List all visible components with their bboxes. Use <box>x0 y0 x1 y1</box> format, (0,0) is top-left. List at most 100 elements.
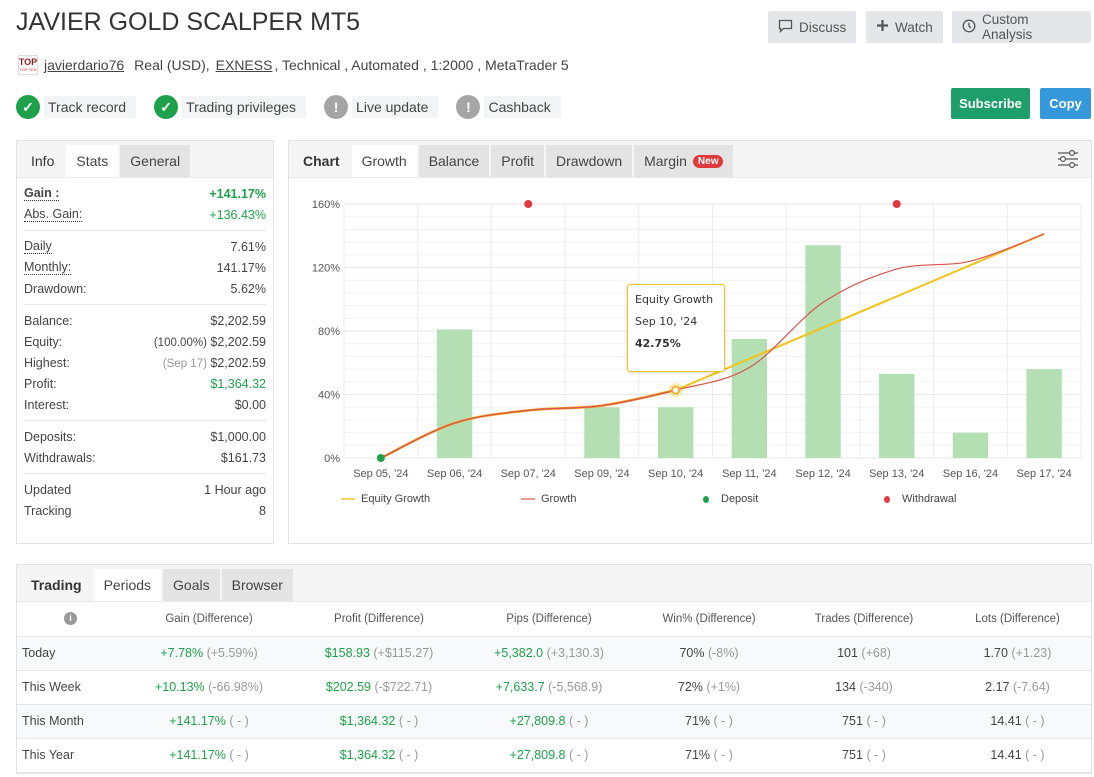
subscribe-button[interactable]: Subscribe <box>951 88 1030 119</box>
period-label: This Month <box>17 704 124 739</box>
gain-value: +141.17% <box>169 748 226 762</box>
pips-diff: ( - ) <box>569 714 589 728</box>
badge-label: Cashback <box>484 96 561 118</box>
pips-cell: +27,809.8 ( - ) <box>464 738 634 773</box>
trades-value: 751 <box>842 748 863 762</box>
win-value: 71% <box>685 714 711 728</box>
profit-value: $202.59 <box>325 680 371 694</box>
trades-diff: (+68) <box>861 646 891 660</box>
monthly-label[interactable]: Monthly: <box>24 260 72 275</box>
lots-diff: ( - ) <box>1025 748 1045 762</box>
win-diff: (-8%) <box>707 646 739 660</box>
win-diff: (+1%) <box>706 680 741 694</box>
watch-button[interactable]: Watch <box>866 11 943 43</box>
tab-periods[interactable]: Periods <box>93 569 162 601</box>
lots-cell: 14.41 ( - ) <box>944 738 1091 773</box>
drawdown-value: 5.62% <box>230 281 266 296</box>
badge-label: Live update <box>352 96 439 118</box>
badge-cashback[interactable]: ! Cashback <box>456 95 561 119</box>
gain-cell: +10.13% (-66.98%) <box>124 670 294 705</box>
lots-cell: 2.17 (-7.64) <box>944 670 1091 705</box>
tab-trading[interactable]: Trading <box>21 569 92 601</box>
tab-margin[interactable]: Margin New <box>634 145 734 177</box>
legend-dot-icon <box>884 495 890 503</box>
tab-profit[interactable]: Profit <box>491 145 544 177</box>
lots-cell: 1.70 (+1.23) <box>944 636 1091 671</box>
stats-gain-group: Gain : +141.17% Abs. Gain: +136.43% <box>24 178 266 231</box>
info-icon[interactable]: i <box>17 602 124 637</box>
abs-gain-label[interactable]: Abs. Gain: <box>24 207 83 222</box>
deposit-marker <box>376 454 385 462</box>
gain-value: +141.17% <box>209 186 266 201</box>
gain-diff: ( - ) <box>229 714 249 728</box>
equity-label: Equity: <box>24 334 63 349</box>
tab-balance[interactable]: Balance <box>418 145 490 177</box>
exclamation-icon: ! <box>324 95 349 119</box>
y-tick-label: 40% <box>318 390 340 402</box>
profit-cell: $202.59 (-$722.71) <box>294 670 464 705</box>
x-tick-label: Sep 05, '24 <box>353 468 408 480</box>
win-cell: 71% ( - ) <box>634 704 784 739</box>
page-title: JAVIER GOLD SCALPER MT5 <box>16 8 361 36</box>
tab-growth[interactable]: Growth <box>351 145 417 177</box>
highest-date: (Sep 17) <box>162 357 207 370</box>
tab-browser[interactable]: Browser <box>221 569 293 601</box>
legend-withdrawal[interactable]: Withdrawal <box>884 493 956 505</box>
tab-general[interactable]: General <box>120 145 191 177</box>
legend-deposit[interactable]: Deposit <box>703 493 758 505</box>
legend-growth[interactable]: Growth <box>521 493 576 505</box>
trades-value: 101 <box>837 646 858 660</box>
chart-settings-icon[interactable] <box>1057 149 1079 174</box>
interest-label: Interest: <box>24 397 70 412</box>
periods-tabs: Trading Periods Goals Browser <box>17 565 1091 602</box>
badge-trading-privileges[interactable]: ✓ Trading privileges <box>154 95 307 119</box>
legend-equity-growth[interactable]: Equity Growth <box>341 493 430 505</box>
badge-track-record[interactable]: ✓ Track record <box>16 95 137 119</box>
broker-link[interactable]: EXNESS <box>216 57 273 73</box>
x-tick-label: Sep 16, '24 <box>943 468 998 480</box>
profit-cell: $158.93 (+$115.27) <box>294 636 464 671</box>
periods-panel: Trading Periods Goals Browser i Gain (Di… <box>16 564 1092 774</box>
chart-tabs: Chart Growth Balance Profit Drawdown Mar… <box>289 141 1091 178</box>
custom-analysis-button[interactable]: Custom Analysis <box>952 11 1091 43</box>
plus-icon <box>876 19 889 35</box>
table-row: This Year +141.17% ( - ) $1,364.32 ( - ) +2… <box>17 738 1091 773</box>
chart-bar <box>805 245 841 458</box>
gain-value: +10.13% <box>154 680 205 694</box>
highest-value: $2,202.59 <box>210 355 266 370</box>
avatar-subtext: TOP TEN <box>19 67 37 72</box>
tab-stats[interactable]: Stats <box>66 145 119 177</box>
period-label: This Year <box>17 738 124 773</box>
profit-value: $158.93 <box>324 646 370 660</box>
profit-cell: $1,364.32 ( - ) <box>294 738 464 773</box>
trades-diff: ( - ) <box>866 748 886 762</box>
account-details: , Technical , Automated , 1:2000 , MetaT… <box>274 57 569 73</box>
tab-info[interactable]: Info <box>21 145 64 177</box>
tooltip-value: 42.75% <box>635 337 681 350</box>
margin-label: Margin <box>644 153 687 169</box>
equity-value: $2,202.59 <box>210 334 266 349</box>
legend-dot-icon <box>703 495 709 503</box>
x-tick-label: Sep 17, '24 <box>1016 468 1071 480</box>
monthly-value: 141.17% <box>216 260 266 275</box>
discuss-button[interactable]: Discuss <box>768 11 856 43</box>
legend-line-icon <box>341 498 355 500</box>
y-tick-label: 0% <box>324 453 340 465</box>
tab-drawdown[interactable]: Drawdown <box>545 145 633 177</box>
badge-live-update[interactable]: ! Live update <box>324 95 439 119</box>
trades-diff: ( - ) <box>866 714 886 728</box>
gain-label[interactable]: Gain : <box>24 186 60 201</box>
tab-chart[interactable]: Chart <box>293 145 350 177</box>
daily-label[interactable]: Daily <box>24 239 52 254</box>
gain-diff: ( - ) <box>229 748 249 762</box>
discuss-label: Discuss <box>799 19 847 35</box>
tab-goals[interactable]: Goals <box>163 569 220 601</box>
username-link[interactable]: javierdario76 <box>44 57 124 73</box>
profit-value: $1,364.32 <box>339 714 396 728</box>
check-icon: ✓ <box>154 95 179 119</box>
win-diff: ( - ) <box>713 714 733 728</box>
balance-value: $2,202.59 <box>210 313 266 328</box>
chart-tooltip: Equity Growth Sep 10, '24 42.75% <box>627 284 725 372</box>
withdrawals-label: Withdrawals: <box>24 450 96 465</box>
copy-button[interactable]: Copy <box>1040 88 1091 119</box>
